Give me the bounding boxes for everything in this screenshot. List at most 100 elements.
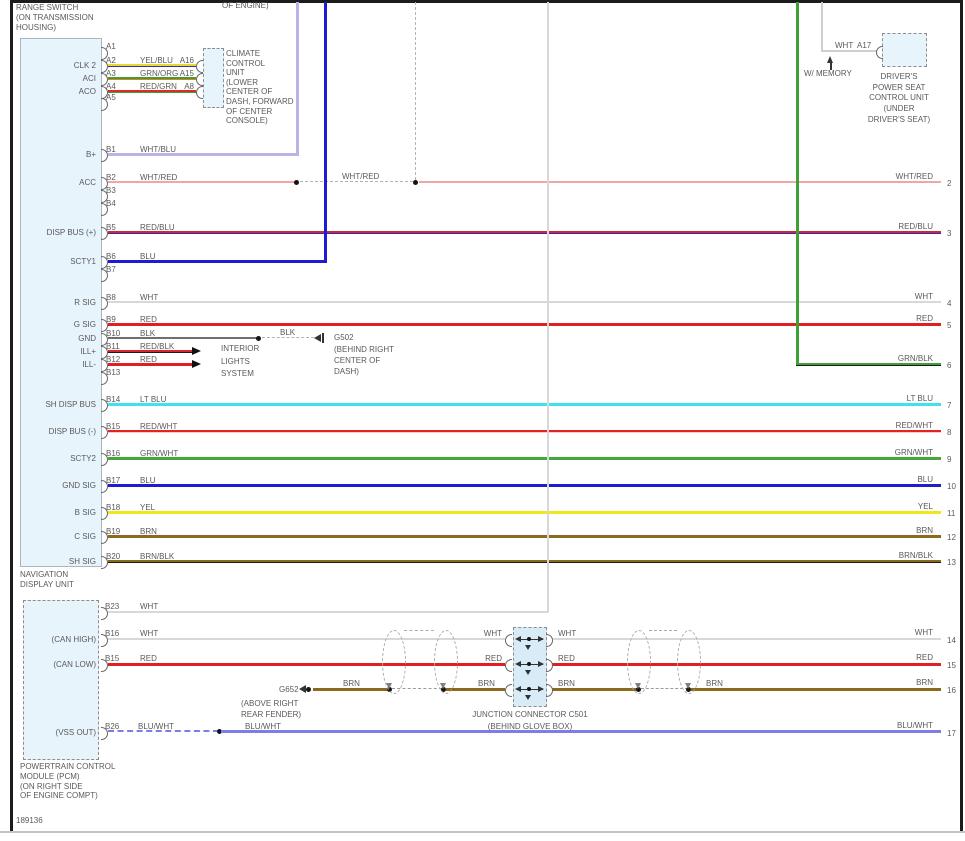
pin-name-scty1: SCTY1 — [70, 257, 96, 266]
junction-down-arrow-2 — [525, 670, 531, 675]
junction-left-label-red: RED — [485, 654, 502, 663]
wire-b1-wht-blu — [108, 153, 299, 156]
wire-can-low-2 — [552, 663, 941, 666]
circuit-num-6: 6 — [947, 361, 952, 370]
junction-arrow-r3 — [538, 686, 544, 692]
right-label-row7: LT BLU — [906, 394, 933, 403]
pcm-label: POWERTRAIN CONTROL MODULE (PCM) (ON RIGH… — [20, 762, 116, 801]
wire-b5-red-blu — [108, 231, 941, 234]
pin-name-shsig: SH SIG — [68, 557, 96, 566]
ground-location-g502: (BEHIND RIGHT CENTER OF DASH) — [334, 345, 394, 376]
pin-num-a1: A1 — [106, 42, 116, 51]
wire-shield-4 — [691, 688, 941, 691]
right-label-row2: WHT/RED — [895, 172, 933, 181]
seat-pin-a17: A17 — [857, 41, 872, 50]
wire-b2-dashed-vert — [415, 2, 416, 180]
pin-name-can-high: (CAN HIGH) — [51, 635, 96, 644]
junction-arc-right-2 — [546, 659, 553, 672]
frame-left — [10, 0, 13, 831]
wire-seat-wht-vert — [821, 2, 823, 52]
junction-arrow-l1 — [515, 636, 521, 642]
wire-b11-red-blk — [108, 350, 192, 353]
right-label-row17: BLU/WHT — [897, 721, 933, 730]
pin-num-b13: B13 — [106, 368, 121, 377]
wire-a3-grn-org — [108, 77, 196, 80]
range-switch-label: RANGE SWITCH (ON TRANSMISSION HOUSING) — [16, 3, 94, 32]
right-label-row16: BRN — [916, 678, 933, 687]
wire-vss-mid-label: BLU/WHT — [245, 722, 281, 731]
junction-left-label-wht: WHT — [483, 629, 502, 638]
junction-dot-3 — [527, 687, 531, 691]
seat-unit-box — [882, 33, 927, 67]
pin-num-b4: B4 — [106, 199, 116, 208]
circuit-num-11: 11 — [947, 509, 956, 518]
circuit-num-9: 9 — [947, 455, 952, 464]
wire-b17-blu — [108, 484, 941, 487]
wire-vss-dashed — [108, 730, 219, 732]
wire-b18-yel — [108, 511, 941, 514]
wire-b6-blu — [108, 260, 327, 263]
splice-dot-b2-2 — [413, 180, 418, 185]
twisted-pair-link-2 — [649, 630, 677, 631]
pin-name-aco: ACO — [78, 87, 96, 96]
pin-name-bsig: B SIG — [74, 508, 96, 517]
right-label-row14: WHT — [914, 628, 933, 637]
ground-location-g652: (ABOVE RIGHT REAR FENDER) — [241, 699, 302, 719]
pin-num-a5: A5 — [106, 93, 116, 102]
junction-right-label-red: RED — [558, 654, 575, 663]
shield-label-a: BRN — [343, 679, 360, 688]
splice-dot-b2-1 — [294, 180, 299, 185]
interior-lights-label: INTERIOR LIGHTS SYSTEM — [221, 344, 260, 379]
wire-b20-brn-blk — [108, 560, 941, 563]
junction-arc-left-3 — [505, 684, 512, 697]
shield-chevron-1 — [386, 683, 392, 689]
pin-name-bplus: B+ — [85, 150, 96, 159]
pin-name-dispbus-plus: DISP BUS (+) — [46, 228, 96, 237]
shield-chevron-2 — [440, 683, 446, 689]
junction-label: JUNCTION CONNECTOR C501 — [472, 710, 588, 719]
seat-unit-label: DRIVER'S POWER SEAT CONTROL UNIT (UNDER … — [867, 72, 931, 124]
frame-bottom — [0, 831, 965, 833]
engine-label-fragment: OF ENGINE) — [222, 1, 269, 10]
pin-num-b3: B3 — [106, 186, 116, 195]
right-label-row8: RED/WHT — [895, 421, 933, 430]
junction-arrow-r2 — [538, 661, 544, 667]
wire-b16-grn-wht — [108, 457, 941, 460]
shield-chevron-3 — [635, 683, 641, 689]
pin-name-rsig: R SIG — [74, 298, 96, 307]
pin-name-acc: ACC — [79, 178, 96, 187]
shield-chevron-4 — [685, 683, 691, 689]
circuit-num-8: 8 — [947, 428, 952, 437]
frame-right — [960, 0, 963, 831]
right-label-row13: BRN/BLK — [898, 551, 933, 560]
circuit-num-7: 7 — [947, 401, 952, 410]
climate-unit-box — [203, 48, 224, 108]
pin-name-can-low: (CAN LOW) — [53, 660, 96, 669]
drawing-number: 189136 — [16, 816, 43, 825]
circuit-num-2: 2 — [947, 179, 952, 188]
circuit-num-13: 13 — [947, 558, 956, 567]
wire-b10-blk — [108, 337, 258, 339]
wire-b23-wht — [108, 611, 549, 613]
circuit-num-15: 15 — [947, 661, 956, 670]
junction-arc-left-2 — [505, 659, 512, 672]
junction-arrow-r1 — [538, 636, 544, 642]
junction-arc-left-1 — [505, 634, 512, 647]
wire-b9-red — [108, 323, 941, 326]
junction-arc-right-3 — [546, 684, 553, 697]
ground-symbol-g652 — [299, 685, 306, 693]
circuit-num-17: 17 — [947, 729, 956, 738]
right-label-row12: BRN — [916, 526, 933, 535]
circuit-num-14: 14 — [947, 636, 956, 645]
right-label-row11: YEL — [917, 502, 933, 511]
climate-unit-label: CLIMATE CONTROL UNIT (LOWER CENTER OF DA… — [226, 49, 294, 126]
circuit-num-3: 3 — [947, 229, 952, 238]
arrow-interior-lights-2 — [192, 360, 201, 368]
wire-shield-dash-2 — [641, 688, 688, 689]
ground-name-g652: G652 — [279, 685, 299, 694]
splice-dot-b10 — [256, 336, 261, 341]
wire-grn-blk-vert — [796, 2, 799, 364]
pin-name-aci: ACI — [82, 74, 96, 83]
circuit-num-12: 12 — [947, 533, 956, 542]
junction-arc-right-1 — [546, 634, 553, 647]
